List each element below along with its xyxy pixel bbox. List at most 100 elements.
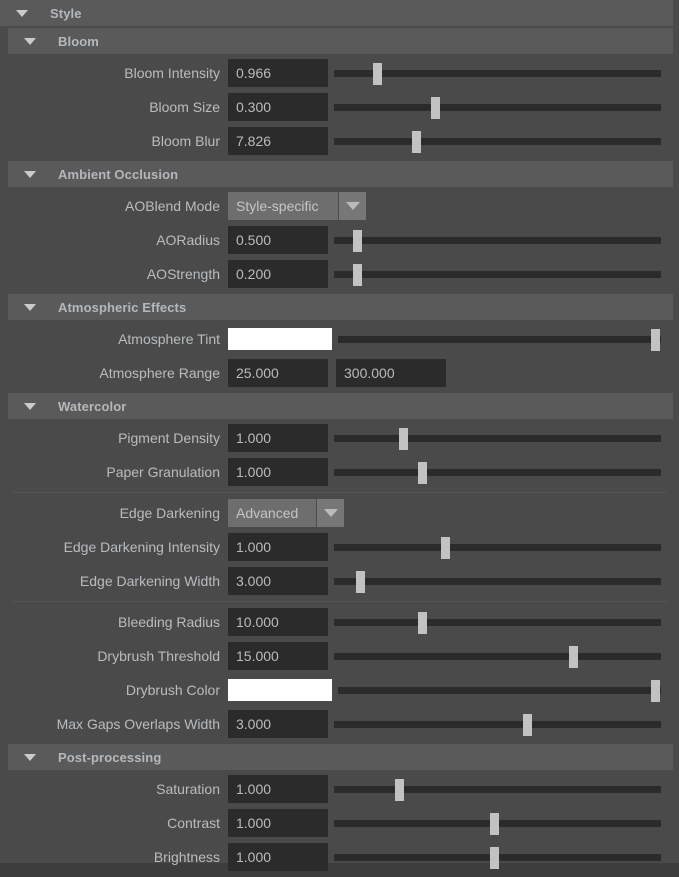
max-gaps-overlaps-width-value-field[interactable]: 3.000	[228, 710, 328, 738]
slider-knob[interactable]	[490, 813, 500, 835]
section-header-label: Ambient Occlusion	[58, 166, 179, 182]
atmosphere-tint-slider[interactable]	[338, 325, 661, 353]
section-header-style[interactable]: Style	[0, 0, 673, 26]
slider-knob[interactable]	[490, 847, 500, 869]
edge-darkening-intensity-value-field[interactable]: 1.000	[228, 533, 328, 561]
section-header-label: Bloom	[58, 33, 99, 49]
bloom-intensity-label: Bloom Intensity	[124, 65, 220, 81]
section-header-watercolor[interactable]: Watercolor	[8, 393, 673, 419]
bloom-blur-slider[interactable]	[334, 127, 661, 155]
saturation-slider[interactable]	[334, 775, 661, 803]
bloom-intensity-slider[interactable]	[334, 59, 661, 87]
slider-knob[interactable]	[431, 97, 441, 119]
edge-darkening-dropdown-value: Advanced	[236, 505, 299, 521]
ao-strength-slider[interactable]	[334, 260, 661, 288]
pigment-density-value-field[interactable]: 1.000	[228, 424, 328, 452]
slider-track	[334, 237, 661, 244]
ao-radius-slider[interactable]	[334, 226, 661, 254]
slider-knob[interactable]	[441, 537, 451, 559]
row-pigment-density: Pigment Density 1.000	[0, 421, 679, 455]
section-header-ambient-occlusion[interactable]: Ambient Occlusion	[8, 161, 673, 187]
chevron-down-icon	[24, 402, 36, 410]
slider-knob[interactable]	[522, 714, 532, 736]
paper-granulation-slider[interactable]	[334, 458, 661, 486]
ao-blend-mode-label: AOBlend Mode	[125, 198, 220, 214]
edge-darkening-dropdown[interactable]: Advanced	[228, 499, 344, 527]
row-ao-blend-mode: AOBlend Mode Style-specific	[0, 189, 679, 223]
ao-blend-mode-dropdown[interactable]: Style-specific	[228, 192, 366, 220]
atmosphere-range-max-field[interactable]: 300.000	[336, 359, 446, 387]
slider-knob[interactable]	[418, 612, 428, 634]
slider-knob[interactable]	[372, 63, 382, 85]
row-saturation: Saturation 1.000	[0, 772, 679, 806]
edge-darkening-intensity-slider[interactable]	[334, 533, 661, 561]
paper-granulation-value-field[interactable]: 1.000	[228, 458, 328, 486]
drybrush-color-color-swatch[interactable]	[228, 679, 332, 701]
bleeding-radius-slider[interactable]	[334, 608, 661, 636]
edge-darkening-width-value-field[interactable]: 3.000	[228, 567, 328, 595]
bloom-size-value-field[interactable]: 0.300	[228, 93, 328, 121]
chevron-down-icon[interactable]	[316, 499, 344, 527]
chevron-down-icon[interactable]	[338, 192, 366, 220]
row-bleeding-radius: Bleeding Radius 10.000	[0, 605, 679, 639]
drybrush-threshold-label: Drybrush Threshold	[97, 648, 220, 664]
chevron-down-icon	[16, 9, 28, 17]
row-edge-darkening-width: Edge Darkening Width 3.000	[0, 564, 679, 598]
section-header-post-processing[interactable]: Post-processing	[8, 744, 673, 770]
chevron-down-icon	[24, 37, 36, 45]
slider-track	[334, 271, 661, 278]
slider-knob[interactable]	[395, 779, 405, 801]
slider-knob[interactable]	[352, 230, 362, 252]
contrast-value-field[interactable]: 1.000	[228, 809, 328, 837]
edge-darkening-width-slider[interactable]	[334, 567, 661, 595]
saturation-value-field[interactable]: 1.000	[228, 775, 328, 803]
pigment-density-slider[interactable]	[334, 424, 661, 452]
chevron-down-icon	[24, 753, 36, 761]
drybrush-color-slider[interactable]	[338, 676, 661, 704]
section-header-label: Style	[50, 5, 82, 21]
atmosphere-tint-color-swatch[interactable]	[228, 328, 332, 350]
slider-track	[338, 336, 661, 343]
drybrush-threshold-slider[interactable]	[334, 642, 661, 670]
row-bloom-size: Bloom Size 0.300	[0, 90, 679, 124]
slider-track	[334, 786, 661, 793]
slider-knob[interactable]	[411, 131, 421, 153]
slider-knob[interactable]	[356, 571, 366, 593]
brightness-value-field[interactable]: 1.000	[228, 843, 328, 871]
atmosphere-range-min-field[interactable]: 25.000	[228, 359, 328, 387]
drybrush-threshold-value-field[interactable]: 15.000	[228, 642, 328, 670]
bloom-blur-value-field[interactable]: 7.826	[228, 127, 328, 155]
slider-knob[interactable]	[568, 646, 578, 668]
slider-track	[334, 619, 661, 626]
bleeding-radius-value-field[interactable]: 10.000	[228, 608, 328, 636]
row-atmosphere-tint: Atmosphere Tint	[0, 322, 679, 356]
row-ao-radius: AORadius 0.500	[0, 223, 679, 257]
ao-radius-value-field[interactable]: 0.500	[228, 226, 328, 254]
slider-track	[334, 70, 661, 77]
section-header-bloom[interactable]: Bloom	[8, 28, 673, 54]
bloom-size-slider[interactable]	[334, 93, 661, 121]
row-drybrush-threshold: Drybrush Threshold 15.000	[0, 639, 679, 673]
contrast-slider[interactable]	[334, 809, 661, 837]
brightness-slider[interactable]	[334, 843, 661, 871]
slider-track	[334, 138, 661, 145]
slider-track	[334, 435, 661, 442]
slider-knob[interactable]	[650, 680, 660, 702]
bloom-size-label: Bloom Size	[149, 99, 220, 115]
ao-strength-value-field[interactable]: 0.200	[228, 260, 328, 288]
row-drybrush-color: Drybrush Color	[0, 673, 679, 707]
slider-knob[interactable]	[398, 428, 408, 450]
slider-knob[interactable]	[418, 462, 428, 484]
edge-darkening-intensity-label: Edge Darkening Intensity	[63, 539, 220, 555]
slider-knob[interactable]	[352, 264, 362, 286]
drybrush-color-label: Drybrush Color	[125, 682, 220, 698]
edge-darkening-label: Edge Darkening	[119, 505, 220, 521]
bloom-intensity-value-field[interactable]: 0.966	[228, 59, 328, 87]
slider-track	[334, 104, 661, 111]
bloom-blur-label: Bloom Blur	[151, 133, 220, 149]
row-edge-darkening-intensity: Edge Darkening Intensity 1.000	[0, 530, 679, 564]
slider-knob[interactable]	[650, 329, 660, 351]
section-header-atmospheric-effects[interactable]: Atmospheric Effects	[8, 294, 673, 320]
max-gaps-overlaps-width-slider[interactable]	[334, 710, 661, 738]
row-separator	[12, 492, 667, 493]
